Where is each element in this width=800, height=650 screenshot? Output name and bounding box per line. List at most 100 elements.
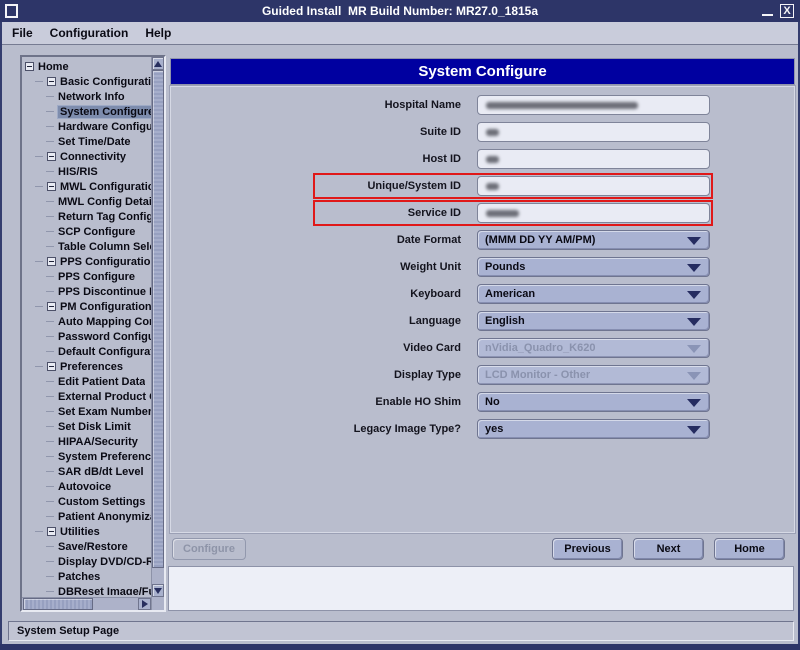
sidebar-item-label: PPS Configuration bbox=[60, 256, 151, 268]
field-label-hospital-name: Hospital Name bbox=[316, 99, 461, 111]
suite-id-input[interactable] bbox=[477, 122, 710, 142]
tree-connector bbox=[46, 576, 54, 577]
tree-connector bbox=[46, 411, 54, 412]
weight-unit-select[interactable]: Pounds bbox=[477, 257, 710, 277]
minimize-icon[interactable] bbox=[762, 13, 773, 16]
sidebar-item-patches[interactable]: Patches bbox=[22, 569, 151, 584]
sidebar-item-set-disk-limit[interactable]: Set Disk Limit bbox=[22, 419, 151, 434]
tree-vertical-scrollbar[interactable] bbox=[151, 57, 164, 610]
field-label-suite-id: Suite ID bbox=[316, 126, 461, 138]
vertical-scroll-thumb[interactable] bbox=[152, 70, 164, 568]
previous-button[interactable]: Previous bbox=[552, 538, 623, 560]
tree-connector bbox=[35, 156, 43, 157]
sidebar-item-label: Autovoice bbox=[58, 481, 111, 493]
collapse-minus-icon[interactable] bbox=[47, 362, 56, 371]
collapse-minus-icon[interactable] bbox=[47, 182, 56, 191]
sidebar-item-his-ris[interactable]: HIS/RIS bbox=[22, 164, 151, 179]
collapse-minus-icon[interactable] bbox=[47, 152, 56, 161]
menu-bar: File Configuration Help bbox=[2, 22, 798, 45]
sidebar-item-patient-anonymiza[interactable]: Patient Anonymiza bbox=[22, 509, 151, 524]
sidebar-item-label: Password Configur bbox=[58, 331, 151, 343]
tree-horizontal-scrollbar[interactable] bbox=[22, 597, 151, 610]
sidebar-item-network-info[interactable]: Network Info bbox=[22, 89, 151, 104]
service-id-input[interactable] bbox=[477, 203, 710, 223]
sidebar-item-basic-configuration[interactable]: Basic Configuration bbox=[22, 74, 151, 89]
scroll-down-icon[interactable] bbox=[152, 584, 164, 597]
nav-buttons: Previous Next Home bbox=[552, 538, 785, 560]
sidebar-item-label: Preferences bbox=[60, 361, 123, 373]
language-select[interactable]: English bbox=[477, 311, 710, 331]
home-button[interactable]: Home bbox=[714, 538, 785, 560]
field-label-host-id: Host ID bbox=[316, 153, 461, 165]
unique-system-id-input[interactable] bbox=[477, 176, 710, 196]
keyboard-select[interactable]: American bbox=[477, 284, 710, 304]
collapse-minus-icon[interactable] bbox=[47, 257, 56, 266]
select-value: English bbox=[485, 315, 525, 327]
sidebar-item-system-configure[interactable]: System Configure bbox=[22, 104, 151, 119]
sidebar-item-pps-configuration[interactable]: PPS Configuration bbox=[22, 254, 151, 269]
sidebar-item-hardware-configur[interactable]: Hardware Configur bbox=[22, 119, 151, 134]
sidebar-item-label: HIS/RIS bbox=[58, 166, 98, 178]
close-icon[interactable]: X bbox=[780, 4, 794, 18]
sidebar-item-external-product-co[interactable]: External Product Co bbox=[22, 389, 151, 404]
tree-connector bbox=[46, 201, 54, 202]
sidebar-item-utilities[interactable]: Utilities bbox=[22, 524, 151, 539]
scroll-right-icon[interactable] bbox=[138, 598, 151, 610]
sidebar-item-label: MWL Config Detail bbox=[58, 196, 151, 208]
sidebar-item-autovoice[interactable]: Autovoice bbox=[22, 479, 151, 494]
sidebar-item-hipaa-security[interactable]: HIPAA/Security bbox=[22, 434, 151, 449]
sidebar-item-label: Hardware Configur bbox=[58, 121, 151, 133]
tree-connector bbox=[46, 216, 54, 217]
sidebar-item-pm-configuration[interactable]: PM Configuration bbox=[22, 299, 151, 314]
sidebar-item-label: Patient Anonymiza bbox=[58, 511, 151, 523]
sidebar-item-sar-db-dt-level[interactable]: SAR dB/dt Level bbox=[22, 464, 151, 479]
enable-ho-shim-select[interactable]: No bbox=[477, 392, 710, 412]
horizontal-scroll-thumb[interactable] bbox=[23, 598, 93, 610]
sidebar-item-save-restore[interactable]: Save/Restore bbox=[22, 539, 151, 554]
field-label-enable-ho-shim: Enable HO Shim bbox=[316, 396, 461, 408]
hospital-name-input[interactable] bbox=[477, 95, 710, 115]
sidebar-item-auto-mapping-con[interactable]: Auto Mapping Con bbox=[22, 314, 151, 329]
menu-help[interactable]: Help bbox=[143, 26, 173, 40]
sidebar-item-edit-patient-data[interactable]: Edit Patient Data bbox=[22, 374, 151, 389]
sidebar-item-mwl-config-detail[interactable]: MWL Config Detail bbox=[22, 194, 151, 209]
sidebar-item-mwl-configuration[interactable]: MWL Configuration bbox=[22, 179, 151, 194]
highlighted-row-service-id: Service ID bbox=[313, 200, 713, 226]
scroll-up-icon[interactable] bbox=[152, 57, 164, 70]
sidebar-item-home[interactable]: Home bbox=[22, 59, 151, 74]
sidebar-item-label: SAR dB/dt Level bbox=[58, 466, 144, 478]
sidebar-item-label: System Configure bbox=[58, 106, 151, 118]
configure-button[interactable]: Configure bbox=[172, 538, 246, 560]
collapse-minus-icon[interactable] bbox=[47, 302, 56, 311]
sidebar-item-system-preferences[interactable]: System Preferences bbox=[22, 449, 151, 464]
sidebar-item-default-configurat[interactable]: Default Configurat bbox=[22, 344, 151, 359]
sidebar-item-dbreset-image-fu[interactable]: DBReset Image/Fu bbox=[22, 584, 151, 595]
collapse-minus-icon[interactable] bbox=[47, 527, 56, 536]
sidebar-item-label: Utilities bbox=[60, 526, 100, 538]
select-value: American bbox=[485, 288, 535, 300]
menu-file[interactable]: File bbox=[10, 26, 35, 40]
collapse-minus-icon[interactable] bbox=[47, 77, 56, 86]
sidebar-item-set-exam-number[interactable]: Set Exam Number bbox=[22, 404, 151, 419]
menu-configuration[interactable]: Configuration bbox=[48, 26, 131, 40]
sidebar-item-connectivity[interactable]: Connectivity bbox=[22, 149, 151, 164]
sidebar-item-label: Return Tag Configu bbox=[58, 211, 151, 223]
tree-connector bbox=[46, 516, 54, 517]
tree-connector bbox=[46, 426, 54, 427]
sidebar-item-display-dvd-cd-r[interactable]: Display DVD/CD-R bbox=[22, 554, 151, 569]
sidebar-item-preferences[interactable]: Preferences bbox=[22, 359, 151, 374]
sidebar-item-table-column-sele[interactable]: Table Column Sele bbox=[22, 239, 151, 254]
sidebar-item-pps-configure[interactable]: PPS Configure bbox=[22, 269, 151, 284]
sidebar-item-label: Set Time/Date bbox=[58, 136, 131, 148]
sidebar-item-pps-discontinue-re[interactable]: PPS Discontinue Re bbox=[22, 284, 151, 299]
legacy-image-type-select[interactable]: yes bbox=[477, 419, 710, 439]
sidebar-item-custom-settings[interactable]: Custom Settings bbox=[22, 494, 151, 509]
collapse-minus-icon[interactable] bbox=[25, 62, 34, 71]
host-id-input[interactable] bbox=[477, 149, 710, 169]
sidebar-item-password-configur[interactable]: Password Configur bbox=[22, 329, 151, 344]
next-button[interactable]: Next bbox=[633, 538, 704, 560]
sidebar-item-set-time-date[interactable]: Set Time/Date bbox=[22, 134, 151, 149]
date-format-select[interactable]: (MMM DD YY AM/PM) bbox=[477, 230, 710, 250]
sidebar-item-scp-configure[interactable]: SCP Configure bbox=[22, 224, 151, 239]
sidebar-item-return-tag-configu[interactable]: Return Tag Configu bbox=[22, 209, 151, 224]
